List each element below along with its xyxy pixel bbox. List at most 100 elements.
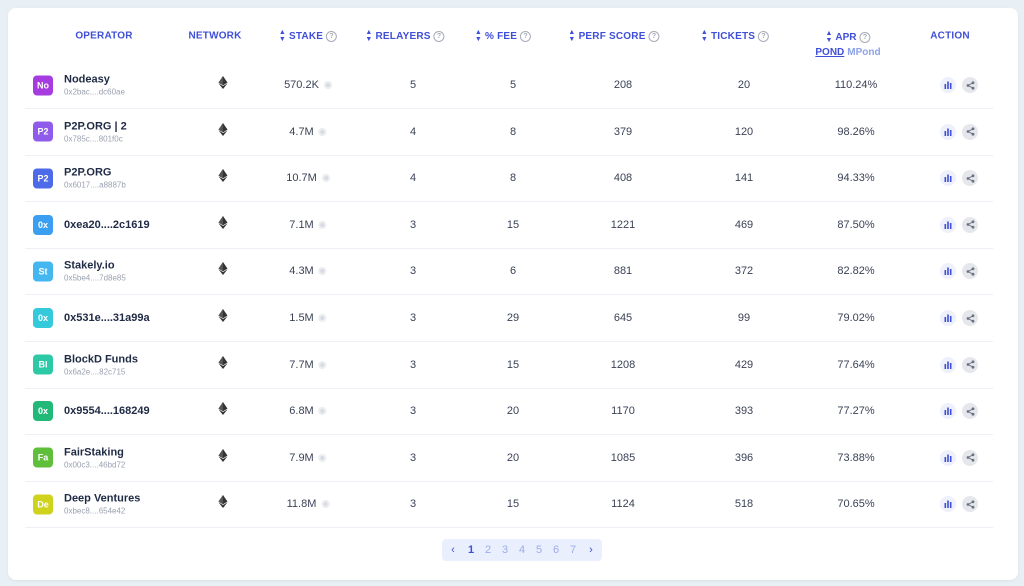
ethereum-icon xyxy=(218,76,228,94)
perf-score-value: 1221 xyxy=(610,218,636,231)
table-row[interactable]: 0x 0x531e....31a99a 1.5M 3 29 645 99 79.… xyxy=(25,295,993,342)
help-icon[interactable]: ? xyxy=(326,30,338,42)
page-4-button[interactable]: 4 xyxy=(514,544,531,556)
stake-value: 4.3M xyxy=(289,265,314,278)
tickets-value: 372 xyxy=(734,265,754,278)
stake-value: 6.8M xyxy=(289,405,314,418)
relayers-value: 4 xyxy=(409,125,417,138)
share-icon[interactable] xyxy=(962,403,978,420)
table-row[interactable]: 0x 0x9554....168249 6.8M 3 20 1170 393 7… xyxy=(25,388,993,436)
stake-cell: 6.8M xyxy=(289,405,327,418)
page-2-button[interactable]: 2 xyxy=(480,544,497,556)
help-icon[interactable]: ? xyxy=(758,30,770,42)
apr-value: 79.02% xyxy=(837,312,875,324)
header-apr: ▲ ▼ APR ? POND MPond xyxy=(815,30,880,58)
table-row[interactable]: P2 P2P.ORG | 2 0x785c....801f0c 4.7M 4 8… xyxy=(25,109,993,156)
bar-chart-icon[interactable] xyxy=(940,77,956,93)
header-action: ACTION xyxy=(930,30,970,42)
operator-cell[interactable]: 0x 0xea20....2c1619 xyxy=(33,214,150,235)
next-page-button[interactable]: › xyxy=(584,544,598,556)
share-icon[interactable] xyxy=(962,263,978,280)
page-7-button[interactable]: 7 xyxy=(565,544,582,556)
page-6-button[interactable]: 6 xyxy=(548,544,565,556)
prev-page-button[interactable]: ‹ xyxy=(446,544,460,556)
bar-chart-icon[interactable] xyxy=(940,310,956,326)
bar-chart-icon[interactable] xyxy=(940,216,956,233)
fee-value: 8 xyxy=(509,172,517,185)
apr-value: 94.33% xyxy=(837,172,875,185)
table-row[interactable]: De Deep Ventures 0xbec8....654e42 11.8M … xyxy=(25,481,993,529)
bar-chart-icon[interactable] xyxy=(940,263,956,280)
bar-chart-icon[interactable] xyxy=(940,449,956,466)
page-1-button[interactable]: 1 xyxy=(463,544,480,556)
apr-value: 73.88% xyxy=(837,451,875,464)
apr-value: 77.27% xyxy=(837,405,875,418)
fee-value: 6 xyxy=(509,265,517,278)
pond-coin-icon xyxy=(321,174,330,183)
pond-coin-icon xyxy=(318,407,327,416)
share-icon[interactable] xyxy=(962,496,978,513)
bar-chart-icon[interactable] xyxy=(940,123,956,140)
help-icon[interactable]: ? xyxy=(648,30,660,42)
row-actions xyxy=(940,216,978,233)
header-fee-sort[interactable]: ▲ ▼ % FEE ? xyxy=(474,29,532,43)
table-row[interactable]: Bl BlockD Funds 0x6a2e....82c715 7.7M 3 … xyxy=(25,342,993,389)
share-icon[interactable] xyxy=(962,170,978,187)
table-row[interactable]: No Nodeasy 0x2bac....dc60ae 570.2K 5 5 2… xyxy=(25,62,993,109)
ethereum-icon xyxy=(218,122,228,141)
header-relayers-sort[interactable]: ▲ ▼ RELAYERS ? xyxy=(365,29,445,43)
header-perf-score-sort[interactable]: ▲ ▼ PERF SCORE ? xyxy=(568,29,660,43)
operator-cell[interactable]: 0x 0x9554....168249 xyxy=(33,401,150,422)
sort-icon: ▲ ▼ xyxy=(474,29,483,43)
share-icon[interactable] xyxy=(962,123,978,140)
tickets-value: 393 xyxy=(734,405,754,418)
operator-cell[interactable]: P2 P2P.ORG | 2 0x785c....801f0c xyxy=(33,120,127,143)
operator-address: 0x6a2e....82c715 xyxy=(64,367,126,377)
ethereum-icon xyxy=(218,495,228,513)
operator-name: Stakely.io xyxy=(64,259,115,272)
table-row[interactable]: St Stakely.io 0x5be4....7d8e85 4.3M 3 6 … xyxy=(25,248,993,296)
bar-chart-icon[interactable] xyxy=(940,356,956,373)
fee-value: 8 xyxy=(509,125,517,138)
share-icon[interactable] xyxy=(962,310,978,326)
table-row[interactable]: Fa FairStaking 0x00c3....46bd72 7.9M 3 2… xyxy=(25,435,993,482)
relayers-value: 3 xyxy=(409,451,417,464)
avatar: P2 xyxy=(33,121,53,142)
header-stake-sort[interactable]: ▲ ▼ STAKE ? xyxy=(279,29,338,43)
table-row[interactable]: P2 P2P.ORG 0x6017....a8887b 10.7M 4 8 40… xyxy=(25,155,993,203)
operator-cell[interactable]: P2 P2P.ORG 0x6017....a8887b xyxy=(33,167,126,190)
bar-chart-icon[interactable] xyxy=(940,496,956,513)
avatar: 0x xyxy=(33,401,53,422)
operator-cell[interactable]: 0x 0x531e....31a99a xyxy=(33,308,150,328)
apr-pond-option[interactable]: POND xyxy=(815,47,844,58)
page-3-button[interactable]: 3 xyxy=(497,544,514,556)
perf-score-value: 379 xyxy=(613,125,633,138)
help-icon[interactable]: ? xyxy=(433,30,445,42)
apr-value: 77.64% xyxy=(837,358,875,371)
page-5-button[interactable]: 5 xyxy=(531,544,548,556)
header-network: NETWORK xyxy=(188,30,242,42)
bar-chart-icon[interactable] xyxy=(940,170,956,187)
row-actions xyxy=(940,123,978,140)
share-icon[interactable] xyxy=(962,77,978,93)
operator-cell[interactable]: Fa FairStaking 0x00c3....46bd72 xyxy=(33,446,125,469)
stake-cell: 7.1M xyxy=(289,219,327,231)
avatar: P2 xyxy=(33,168,53,189)
help-icon[interactable]: ? xyxy=(520,30,532,42)
operator-cell[interactable]: De Deep Ventures 0xbec8....654e42 xyxy=(33,493,140,516)
bar-chart-icon[interactable] xyxy=(940,403,956,420)
table-row[interactable]: 0x 0xea20....2c1619 7.1M 3 15 1221 469 8… xyxy=(25,202,993,249)
share-icon[interactable] xyxy=(962,356,978,373)
operator-cell[interactable]: St Stakely.io 0x5be4....7d8e85 xyxy=(33,260,126,283)
header-tickets-sort[interactable]: ▲ ▼ TICKETS ? xyxy=(701,29,770,43)
row-actions xyxy=(940,496,978,513)
apr-mpond-option[interactable]: MPond xyxy=(847,47,880,58)
fee-value: 20 xyxy=(506,405,520,418)
help-icon[interactable]: ? xyxy=(859,31,871,43)
operator-cell[interactable]: No Nodeasy 0x2bac....dc60ae xyxy=(33,74,125,97)
operator-cell[interactable]: Bl BlockD Funds 0x6a2e....82c715 xyxy=(33,353,138,376)
ethereum-icon xyxy=(218,262,228,280)
share-icon[interactable] xyxy=(962,216,978,233)
header-apr-sort[interactable]: ▲ ▼ APR ? xyxy=(815,30,880,44)
share-icon[interactable] xyxy=(962,449,978,466)
